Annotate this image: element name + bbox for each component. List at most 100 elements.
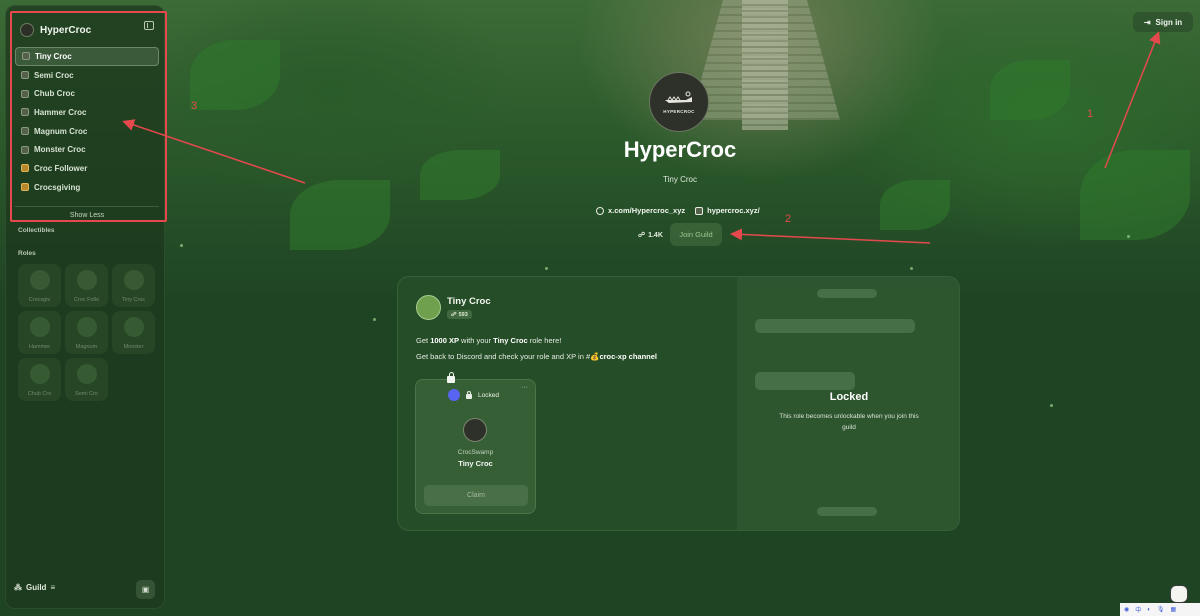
blurred-placeholder [755,319,915,333]
role-tile-label: Tiny Croc [121,297,146,303]
desc-channel: croc-xp channel [599,352,657,361]
guild-brand-icon: ⁂ [14,583,22,592]
members-icon: ☍ [451,311,457,318]
join-guild-button[interactable]: Join Guild [670,223,722,246]
role-description-line-2: Get back to Discord and check your role … [416,352,657,361]
tray-icon: ◉ [1124,607,1130,613]
reward-status: Locked [448,389,499,401]
link-label: x.com/Hypercroc_xyz [608,206,686,215]
role-tile[interactable]: Semi Cro [65,358,108,401]
foliage-decoration [1080,150,1190,240]
guild-subtitle: Tiny Croc [663,175,697,184]
role-tile[interactable]: Hammer [18,311,61,354]
role-image [30,317,50,337]
guild-avatar: HYPERCROC [649,72,709,132]
sign-in-button[interactable]: ⇥ Sign in [1133,12,1193,32]
roles-heading: Roles [18,250,36,257]
role-image [124,270,144,290]
role-title: Tiny Croc [447,296,491,307]
role-tile[interactable]: Croc Follo [65,264,108,307]
desc-text: role here! [527,336,562,345]
reward-platform: CrocSwamp [457,449,494,456]
crocswamp-logo [463,418,487,442]
tray-icon: ▦ [1170,607,1177,613]
role-tile[interactable]: Monster [112,311,155,354]
role-image [30,364,50,384]
reward-name: Tiny Croc [458,459,493,468]
claim-button[interactable]: Claim [424,485,528,506]
role-image [124,317,144,337]
role-count-value: 593 [458,311,468,318]
guild-brand-label: Guild [26,583,47,592]
role-member-count: ☍ 593 [447,310,472,319]
lock-icon [447,372,455,383]
pyramid-stairs-illustration [742,0,788,130]
role-tile-label: Semi Cro [75,391,98,397]
foliage-decoration [290,180,390,250]
foliage-decoration [420,150,500,200]
role-image [77,270,97,290]
role-image [30,270,50,290]
x-link[interactable]: x.com/Hypercroc_xyz [596,206,685,215]
globe-icon [596,206,604,215]
desc-role: Tiny Croc [493,336,528,345]
role-avatar [416,295,441,320]
role-card: Tiny Croc ☍ 593 Get 1000 XP with your Tin… [397,276,960,531]
chat-support-button[interactable] [1170,585,1188,603]
explore-icon[interactable]: ▣ [136,580,155,599]
crocodile-icon [665,91,692,103]
link-label: hypercroc.xyz/ [707,206,760,215]
blurred-placeholder [755,372,855,390]
site-icon [695,206,704,215]
annotation-number-2: 2 [785,213,792,225]
guild-home-link[interactable]: ⁂ Guild ≡ [14,583,55,592]
tray-icon: 🎙 [1156,607,1165,613]
desc-xp: 1000 XP [430,336,459,345]
sign-in-label: Sign in [1155,17,1183,27]
role-tile-label: Monster [123,344,144,350]
role-tile-label: Hammer [28,344,51,350]
collectibles-heading: Collectibles [18,227,55,234]
role-description-line-1: Get 1000 XP with your Tiny Croc role her… [416,336,561,345]
role-tile-label: Chub Cro [27,391,52,397]
members-icon: ☍ [638,232,646,239]
blurred-placeholder [817,289,877,298]
guild-name: HyperCroc [623,137,737,162]
member-count-value: 1.4K [648,231,663,239]
guild-links: x.com/Hypercroc_xyz hypercroc.xyz/ [596,206,760,215]
foliage-decoration [990,60,1070,120]
firefly-dot [373,318,376,321]
locked-title: Locked [829,391,869,403]
role-tile[interactable]: Tiny Croc [112,264,155,307]
tray-icon: 中 [1135,608,1142,614]
roles-grid: Crocsgiv Croc Follo Tiny Croc Hammer Mag… [18,264,160,401]
role-tile[interactable]: Chub Cro [18,358,61,401]
member-count: ☍ 1.4K [638,231,663,240]
foliage-decoration [190,40,280,110]
lock-icon [466,390,472,399]
discord-icon [448,389,460,401]
website-link[interactable]: hypercroc.xyz/ [695,206,760,215]
reward-card: Locked ··· CrocSwamp Tiny Croc Claim [415,379,536,514]
firefly-dot [910,267,913,270]
annotation-number-1: 1 [1087,108,1094,120]
more-options-icon[interactable]: ··· [521,384,528,391]
role-tile[interactable]: Crocsgiv [18,264,61,307]
firefly-dot [180,244,183,247]
system-tray: ◉ 中 ◐ 🎙 ▦ [1120,603,1200,616]
firefly-dot [1127,235,1130,238]
locked-text: This role becomes unlockable when you jo… [779,413,919,431]
foliage-decoration [880,180,950,230]
requirements-panel [737,277,959,530]
desc-text: Get [416,336,431,345]
role-image [77,364,97,384]
sign-in-icon: ⇥ [1143,17,1151,27]
firefly-dot [1050,404,1053,407]
guild-logo-text: HYPERCROC [663,109,695,114]
desc-text: with your [458,336,494,345]
role-tile[interactable]: Magnum [65,311,108,354]
annotation-number-3: 3 [191,100,198,112]
menu-icon: ≡ [50,583,56,592]
firefly-dot [545,267,548,270]
role-tile-label: Crocsgiv [28,297,51,303]
